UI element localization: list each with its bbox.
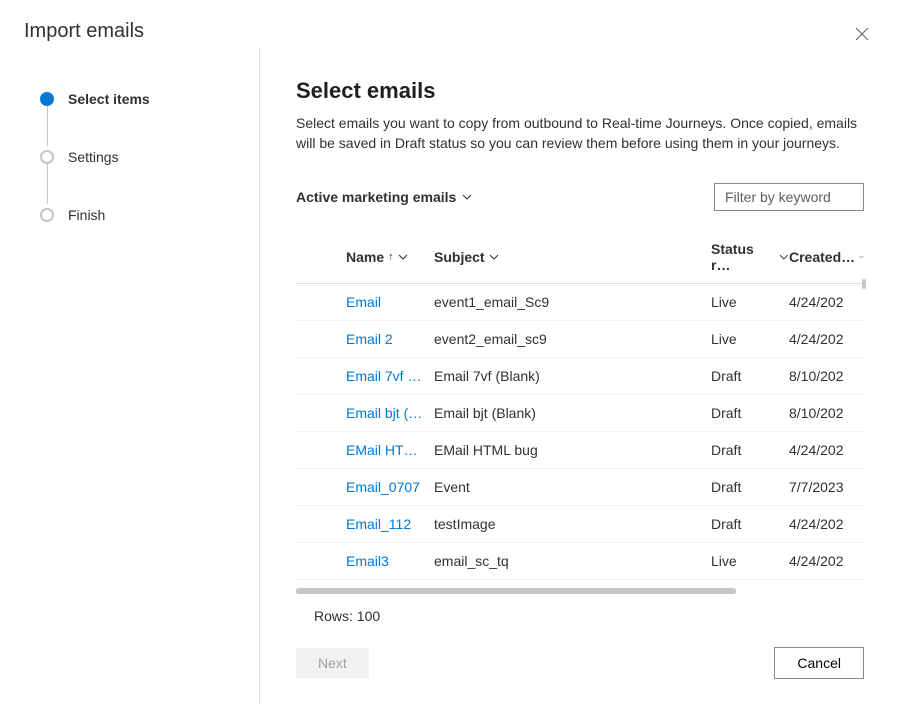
cell-created: 4/24/202 bbox=[789, 331, 864, 347]
table-header-row: Name ↑ Subject Status r… Created… bbox=[296, 231, 864, 284]
table-row[interactable]: Email_0707EventDraft7/7/2023 bbox=[296, 469, 864, 506]
cell-name-link[interactable]: EMail HT… bbox=[346, 442, 434, 458]
cell-status: Live bbox=[711, 294, 789, 310]
column-header-created[interactable]: Created… bbox=[789, 241, 864, 273]
filter-keyword-input[interactable] bbox=[714, 183, 864, 211]
panel-title: Select emails bbox=[296, 78, 864, 104]
cell-name-link[interactable]: Email_112 bbox=[346, 516, 434, 532]
cell-created: 4/24/202 bbox=[789, 553, 864, 569]
step-select-items[interactable]: Select items bbox=[40, 88, 259, 110]
step-connector bbox=[47, 164, 48, 204]
view-selector-label: Active marketing emails bbox=[296, 189, 456, 205]
column-header-select[interactable] bbox=[296, 241, 346, 273]
cell-created: 4/24/202 bbox=[789, 516, 864, 532]
cell-name-link[interactable]: Email_0707 bbox=[346, 479, 434, 495]
cell-status: Draft bbox=[711, 405, 789, 421]
cell-subject: event2_email_sc9 bbox=[434, 331, 711, 347]
table-row[interactable]: Email 2event2_email_sc9Live4/24/202 bbox=[296, 321, 864, 358]
cell-subject: Email bjt (Blank) bbox=[434, 405, 711, 421]
cell-created: 8/10/202 bbox=[789, 368, 864, 384]
row-count-label: Rows: 100 bbox=[314, 608, 864, 624]
table-row[interactable]: Email_112testImageDraft4/24/202 bbox=[296, 506, 864, 543]
cell-created: 4/24/202 bbox=[789, 294, 864, 310]
cell-status: Draft bbox=[711, 516, 789, 532]
cell-status: Draft bbox=[711, 368, 789, 384]
column-header-label: Created… bbox=[789, 249, 855, 265]
cell-created: 4/24/202 bbox=[789, 442, 864, 458]
horizontal-scrollbar[interactable] bbox=[296, 588, 736, 594]
table-row[interactable]: Email 7vf …Email 7vf (Blank)Draft8/10/20… bbox=[296, 358, 864, 395]
step-connector bbox=[47, 106, 48, 146]
column-header-label: Name bbox=[346, 249, 384, 265]
column-header-status[interactable]: Status r… bbox=[711, 241, 789, 273]
close-icon bbox=[855, 27, 869, 41]
cell-subject: Email 7vf (Blank) bbox=[434, 368, 711, 384]
step-label: Settings bbox=[68, 149, 119, 165]
cell-subject: testImage bbox=[434, 516, 711, 532]
step-settings[interactable]: Settings bbox=[40, 146, 259, 168]
column-header-label: Subject bbox=[434, 249, 485, 265]
step-indicator-icon bbox=[40, 208, 54, 222]
cell-subject: email_sc_tq bbox=[434, 553, 711, 569]
chevron-down-icon bbox=[462, 192, 472, 202]
cell-status: Draft bbox=[711, 479, 789, 495]
chevron-down-icon bbox=[779, 252, 789, 262]
cell-status: Live bbox=[711, 331, 789, 347]
table-body: Emailevent1_email_Sc9Live4/24/202Email 2… bbox=[296, 284, 864, 580]
dialog-title: Import emails bbox=[24, 20, 144, 43]
chevron-down-icon bbox=[398, 252, 408, 262]
cell-name-link[interactable]: Email 7vf … bbox=[346, 368, 434, 384]
cancel-button[interactable]: Cancel bbox=[774, 647, 864, 679]
cell-name-link[interactable]: Email bjt (… bbox=[346, 405, 434, 421]
column-header-name[interactable]: Name ↑ bbox=[346, 241, 434, 273]
cell-name-link[interactable]: Email bbox=[346, 294, 434, 310]
cell-subject: event1_email_Sc9 bbox=[434, 294, 711, 310]
vertical-scrollbar-thumb[interactable] bbox=[862, 279, 866, 289]
table-row[interactable]: EMail HT…EMail HTML bugDraft4/24/202 bbox=[296, 432, 864, 469]
cell-subject: Event bbox=[434, 479, 711, 495]
step-indicator-icon bbox=[40, 92, 54, 106]
wizard-stepper: Select items Settings Finish bbox=[0, 48, 260, 703]
step-label: Select items bbox=[68, 91, 150, 107]
step-indicator-icon bbox=[40, 150, 54, 164]
dialog-footer: Next Cancel bbox=[296, 627, 864, 703]
cell-name-link[interactable]: Email3 bbox=[346, 553, 434, 569]
cell-status: Live bbox=[711, 553, 789, 569]
email-table: Name ↑ Subject Status r… Created… Email bbox=[296, 231, 864, 594]
main-panel: Select emails Select emails you want to … bbox=[260, 48, 900, 703]
scrollbar-thumb[interactable] bbox=[296, 588, 736, 594]
cell-created: 8/10/202 bbox=[789, 405, 864, 421]
column-header-label: Status r… bbox=[711, 241, 775, 273]
column-header-subject[interactable]: Subject bbox=[434, 241, 711, 273]
table-row[interactable]: Email3email_sc_tqLive4/24/202 bbox=[296, 543, 864, 580]
step-label: Finish bbox=[68, 207, 105, 223]
table-row[interactable]: Emailevent1_email_Sc9Live4/24/202 bbox=[296, 284, 864, 321]
chevron-down-icon bbox=[489, 252, 499, 262]
close-button[interactable] bbox=[848, 20, 876, 48]
view-selector-dropdown[interactable]: Active marketing emails bbox=[296, 189, 472, 205]
cell-status: Draft bbox=[711, 442, 789, 458]
next-button[interactable]: Next bbox=[296, 648, 369, 678]
cell-name-link[interactable]: Email 2 bbox=[346, 331, 434, 347]
cell-created: 7/7/2023 bbox=[789, 479, 864, 495]
chevron-down-icon bbox=[859, 252, 864, 262]
sort-ascending-icon: ↑ bbox=[388, 251, 394, 263]
panel-description: Select emails you want to copy from outb… bbox=[296, 114, 864, 153]
table-row[interactable]: Email bjt (…Email bjt (Blank)Draft8/10/2… bbox=[296, 395, 864, 432]
step-finish[interactable]: Finish bbox=[40, 204, 259, 226]
cell-subject: EMail HTML bug bbox=[434, 442, 711, 458]
